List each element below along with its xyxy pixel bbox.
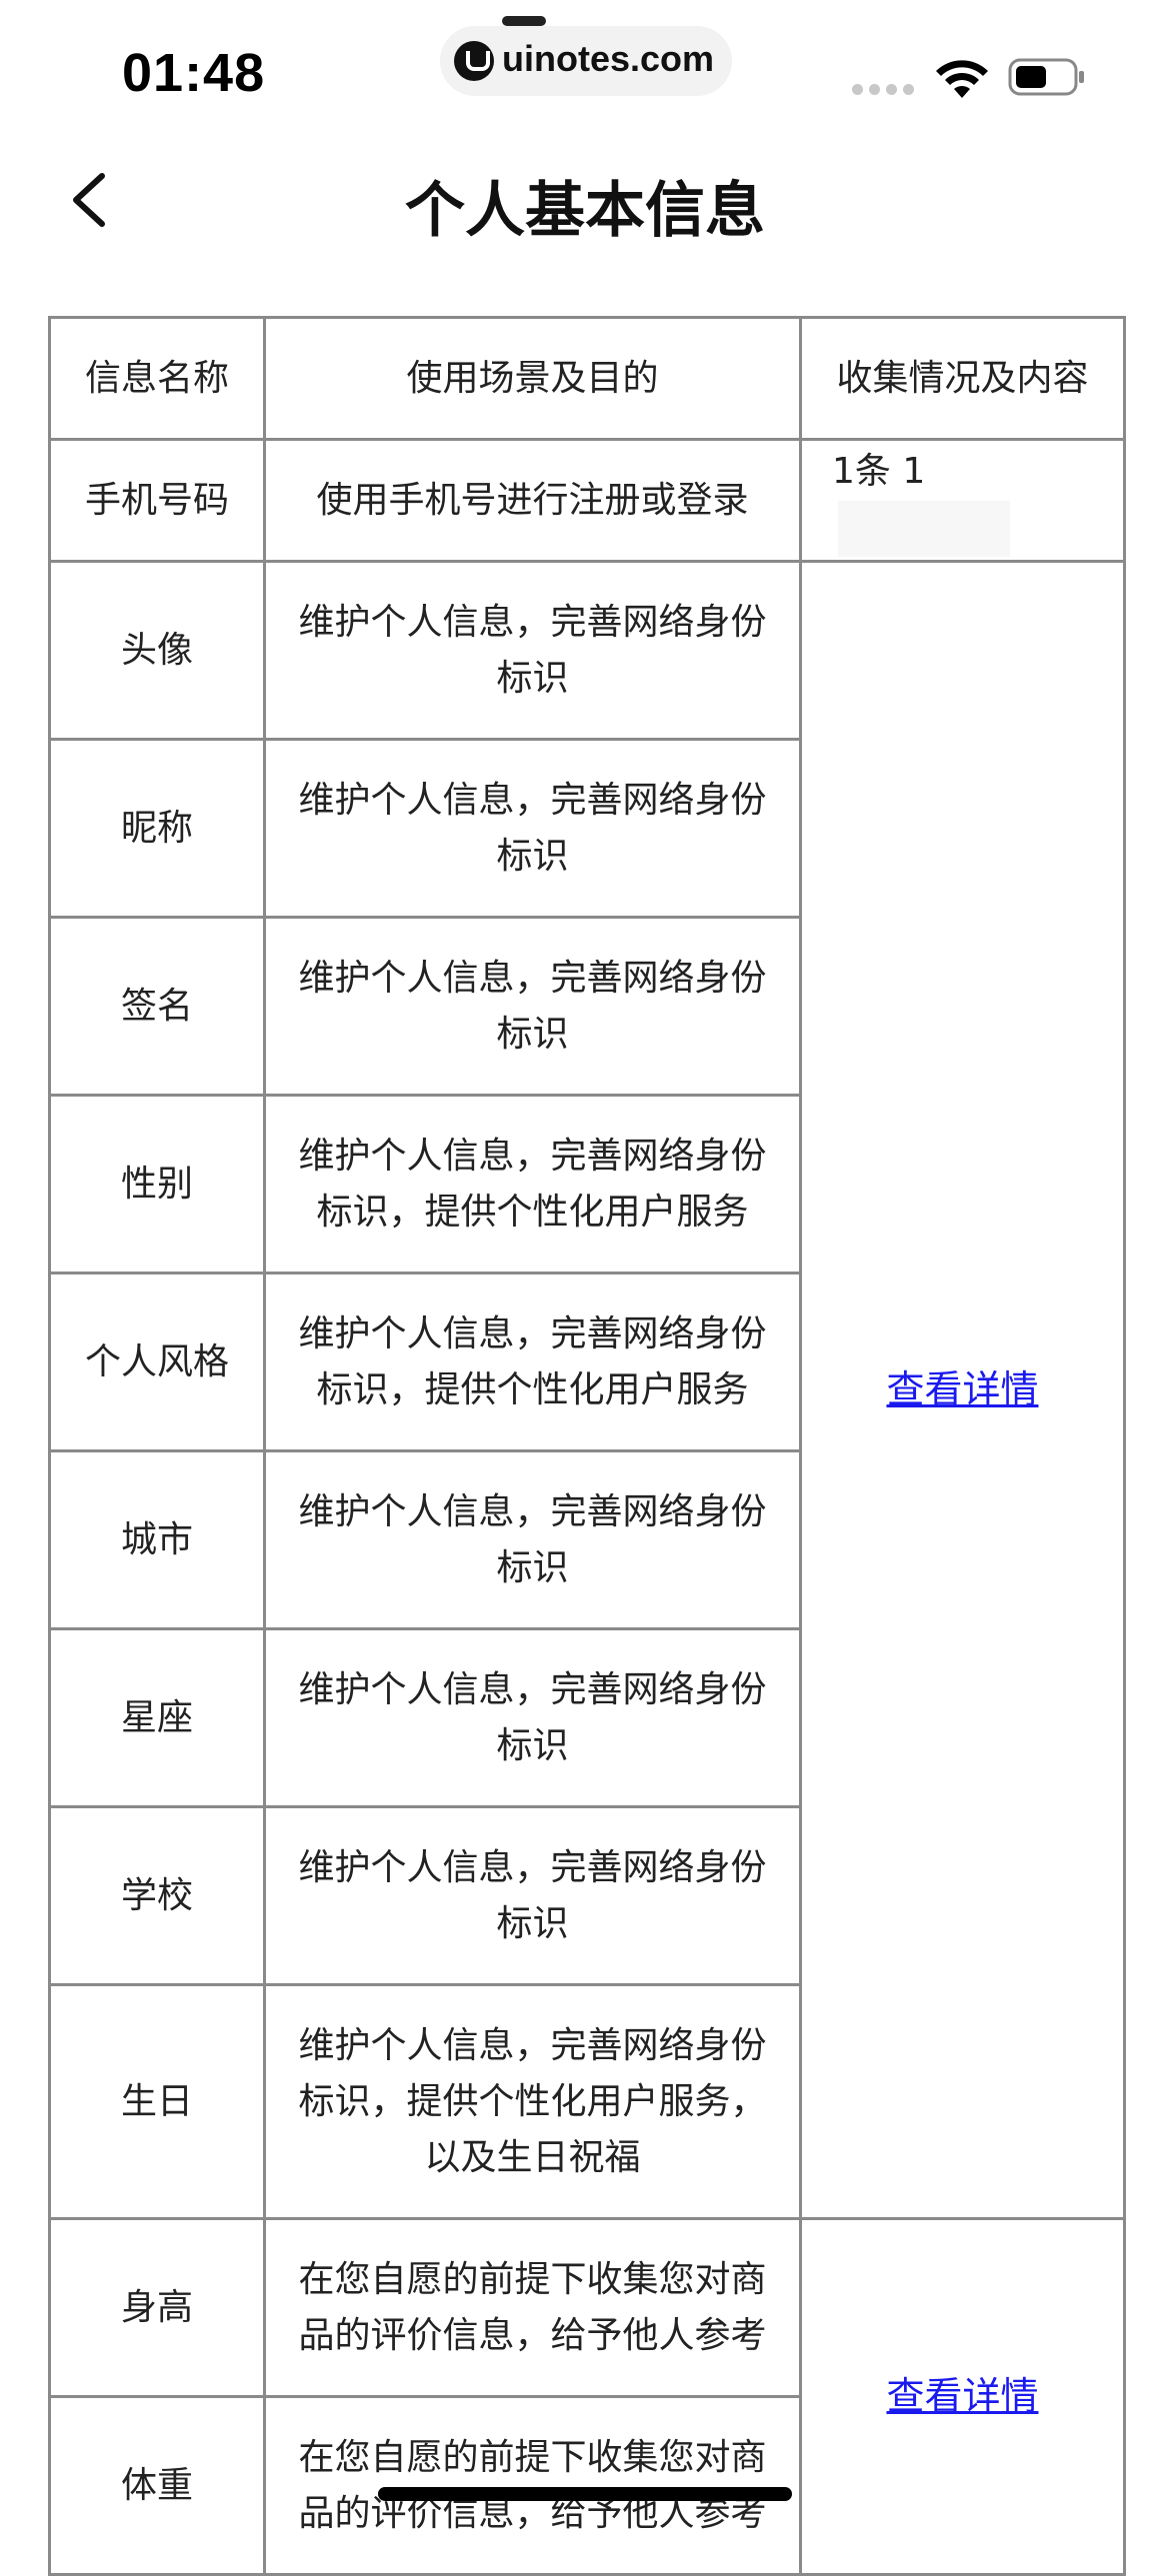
cell-name: 头像: [48, 560, 266, 741]
cell-name: 身高: [48, 2217, 266, 2398]
wifi-icon: [936, 60, 988, 98]
view-details-link[interactable]: 查看详情: [886, 1367, 1038, 1411]
table-row: 头像 维护个人信息，完善网络身份标识 查看详情: [48, 560, 1126, 2220]
phone-content-text: 1条 1: [832, 451, 926, 492]
cell-name: 手机号码: [48, 438, 266, 563]
cell-purpose: 维护个人信息，完善网络身份标识: [263, 1449, 802, 1630]
url-text: uinotes.com: [502, 38, 715, 79]
table-row-phone: 手机号码 使用手机号进行注册或登录 1条 1: [48, 438, 1126, 563]
redacted-phone-number: [838, 501, 1010, 557]
cell-purpose: 维护个人信息，完善网络身份标识: [263, 1805, 802, 1986]
nav-bar: 个人基本信息: [0, 140, 1170, 260]
cell-purpose: 在您自愿的前提下收集您对商品的评价信息，给予他人参考: [263, 2217, 802, 2398]
table-header-row: 信息名称 使用场景及目的 收集情况及内容: [48, 316, 1126, 441]
cell-purpose: 在您自愿的前提下收集您对商品的评价信息，给予他人参考: [263, 2395, 802, 2576]
cell-name: 个人风格: [48, 1272, 266, 1452]
cell-name: 性别: [48, 1094, 266, 1275]
cell-purpose: 维护个人信息，完善网络身份标识，提供个性化用户服务，以及生日祝福: [263, 1983, 802, 2220]
status-bar: 01:48 uinotes.com: [0, 0, 1170, 140]
cell-purpose: 维护个人信息，完善网络身份标识: [263, 1627, 802, 1808]
site-logo-icon: [454, 41, 494, 81]
battery-icon: [1008, 58, 1084, 96]
cell-name: 生日: [48, 1983, 266, 2220]
page-title: 个人基本信息: [405, 176, 765, 246]
cell-purpose: 维护个人信息，完善网络身份标识: [263, 560, 802, 741]
cell-detail-group-2: 查看详情: [799, 2217, 1126, 2576]
cell-detail-group-1: 查看详情: [799, 560, 1126, 2220]
cell-purpose: 使用手机号进行注册或登录: [263, 438, 802, 563]
camera-notch: [502, 16, 546, 26]
cell-name: 昵称: [48, 738, 266, 919]
table-row: 身高 在您自愿的前提下收集您对商品的评价信息，给予他人参考 查看详情: [48, 2217, 1126, 2576]
cell-name: 学校: [48, 1805, 266, 1986]
status-time: 01:48: [122, 43, 266, 103]
personal-info-table: 信息名称 使用场景及目的 收集情况及内容 手机号码 使用手机号进行注册或登录 1…: [48, 316, 1126, 2576]
cell-name: 星座: [48, 1627, 266, 1808]
cell-content: 1条 1: [799, 438, 1126, 563]
cell-purpose: 维护个人信息，完善网络身份标识，提供个性化用户服务: [263, 1094, 802, 1275]
cell-purpose: 维护个人信息，完善网络身份标识，提供个性化用户服务: [263, 1272, 802, 1452]
cell-purpose: 维护个人信息，完善网络身份标识: [263, 738, 802, 919]
cell-name: 体重: [48, 2395, 266, 2576]
cell-name: 签名: [48, 916, 266, 1097]
cellular-signal-icon: [852, 84, 916, 96]
header-info-name: 信息名称: [48, 316, 266, 441]
header-content: 收集情况及内容: [799, 316, 1126, 441]
cell-purpose: 维护个人信息，完善网络身份标识: [263, 916, 802, 1097]
cell-name: 城市: [48, 1449, 266, 1630]
header-purpose: 使用场景及目的: [263, 316, 802, 441]
home-indicator[interactable]: [378, 2487, 792, 2501]
view-details-link[interactable]: 查看详情: [886, 2374, 1038, 2418]
